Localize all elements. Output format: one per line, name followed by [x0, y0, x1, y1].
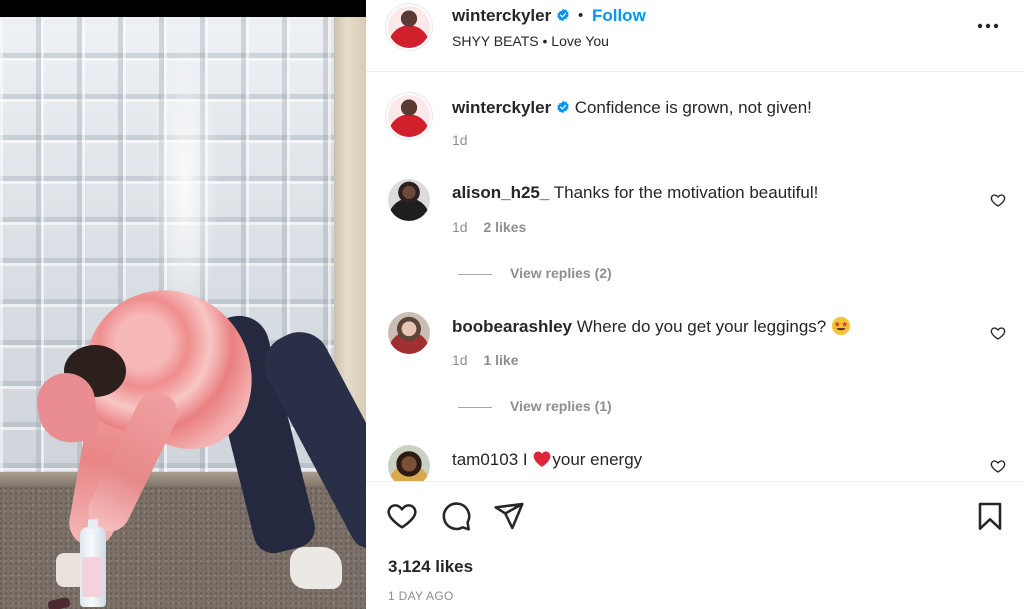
- view-replies-button[interactable]: View replies (1): [458, 398, 612, 414]
- verified-badge-icon: [557, 8, 569, 22]
- share-icon[interactable]: [493, 500, 525, 532]
- comment-icon[interactable]: [440, 500, 472, 532]
- header-separator: •: [577, 7, 584, 24]
- heart-icon[interactable]: [990, 192, 1006, 208]
- list-item: alison_h25_ Thanks for the motivation be…: [366, 179, 1024, 289]
- post-video-frame[interactable]: [0, 17, 366, 609]
- star-struck-emoji-icon: [831, 316, 851, 336]
- comment-username[interactable]: boobearashley: [452, 317, 572, 336]
- comment-text-prefix: I: [522, 450, 528, 469]
- likes-count[interactable]: 3,124 likes: [388, 557, 473, 577]
- post-caption: winterckyler Confidence is grown, not gi…: [366, 95, 1024, 165]
- follow-button[interactable]: Follow: [592, 6, 646, 26]
- more-options-icon[interactable]: [976, 16, 1000, 36]
- audio-track[interactable]: SHYY BEATS • Love You: [452, 33, 609, 49]
- caption-username[interactable]: winterckyler: [452, 98, 551, 117]
- post-side-panel: winterckyler • Follow SHYY BEATS • Love …: [366, 0, 1024, 609]
- comment-likes[interactable]: 1 like: [483, 352, 518, 368]
- view-replies-button[interactable]: View replies (2): [458, 265, 612, 281]
- comment-username[interactable]: tam0103: [452, 450, 518, 469]
- comment-text: Where do you get your leggings?: [576, 317, 827, 336]
- comment-text: Thanks for the motivation beautiful!: [553, 183, 819, 202]
- comments-list[interactable]: winterckyler Confidence is grown, not gi…: [366, 73, 1024, 481]
- heart-icon[interactable]: [386, 500, 418, 532]
- avatar[interactable]: [388, 6, 430, 48]
- list-item: boobearashley Where do you get your legg…: [366, 312, 1024, 422]
- comment-text-suffix: your energy: [552, 450, 643, 469]
- list-item: tam0103 I your energy: [366, 445, 1024, 481]
- red-heart-emoji-icon: [534, 451, 551, 467]
- avatar[interactable]: [388, 445, 430, 481]
- bookmark-icon[interactable]: [974, 500, 1006, 532]
- avatar[interactable]: [388, 312, 430, 354]
- verified-badge-icon: [557, 100, 569, 114]
- comment-time: 1d: [452, 352, 468, 368]
- post-actions: 3,124 likes 1 DAY AGO: [366, 481, 1024, 609]
- post-timestamp: 1 DAY AGO: [388, 589, 454, 603]
- avatar[interactable]: [388, 95, 430, 137]
- avatar[interactable]: [388, 179, 430, 221]
- caption-text: Confidence is grown, not given!: [574, 98, 812, 117]
- heart-icon[interactable]: [990, 458, 1006, 474]
- heart-icon[interactable]: [990, 325, 1006, 341]
- caption-time: 1d: [452, 132, 468, 148]
- post-header: winterckyler • Follow SHYY BEATS • Love …: [366, 0, 1024, 72]
- media-top-bar: [0, 0, 366, 17]
- comment-time: 1d: [452, 219, 468, 235]
- comment-likes[interactable]: 2 likes: [483, 219, 526, 235]
- comment-username[interactable]: alison_h25_: [452, 183, 549, 202]
- post-media[interactable]: [0, 0, 366, 609]
- post-author[interactable]: winterckyler: [452, 6, 570, 26]
